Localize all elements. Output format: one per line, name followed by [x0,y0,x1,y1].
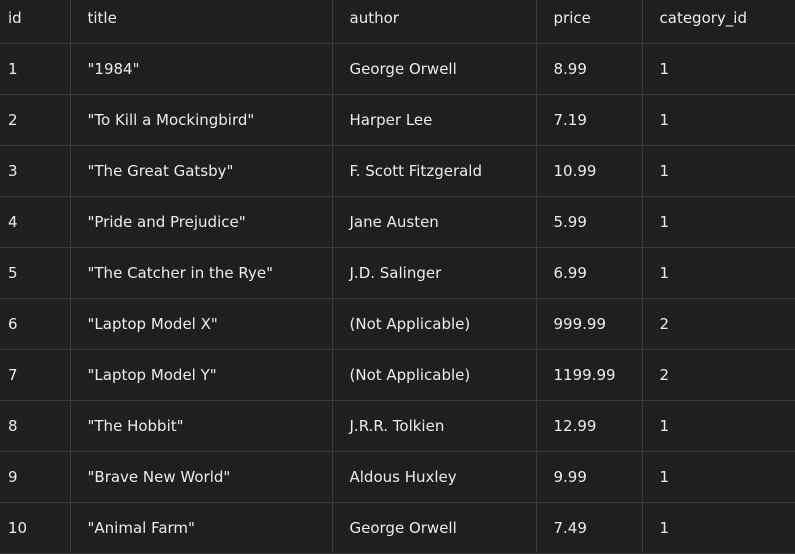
results-table: id title author price category_id 1 "198… [0,0,795,554]
cell-title[interactable]: "The Hobbit" [70,400,333,452]
cell-category-id[interactable]: 1 [642,451,795,503]
cell-category-id[interactable]: 2 [642,298,795,350]
cell-category-id[interactable]: 1 [642,43,795,95]
cell-id[interactable]: 6 [0,298,71,350]
table-row[interactable]: 6 "Laptop Model X" (Not Applicable) 999.… [0,298,795,350]
cell-author[interactable]: George Orwell [332,43,537,95]
cell-category-id[interactable]: 1 [642,400,795,452]
cell-price[interactable]: 6.99 [536,247,643,299]
cell-author[interactable]: George Orwell [332,502,537,554]
table-row[interactable]: 3 "The Great Gatsby" F. Scott Fitzgerald… [0,145,795,197]
cell-title[interactable]: "Pride and Prejudice" [70,196,333,248]
cell-category-id[interactable]: 2 [642,349,795,401]
table-row[interactable]: 10 "Animal Farm" George Orwell 7.49 1 [0,502,795,554]
cell-title[interactable]: "The Catcher in the Rye" [70,247,333,299]
cell-id[interactable]: 4 [0,196,71,248]
cell-author[interactable]: F. Scott Fitzgerald [332,145,537,197]
table-row[interactable]: 1 "1984" George Orwell 8.99 1 [0,43,795,95]
cell-category-id[interactable]: 1 [642,94,795,146]
column-header-category-id[interactable]: category_id [642,0,795,44]
cell-price[interactable]: 8.99 [536,43,643,95]
cell-id[interactable]: 3 [0,145,71,197]
cell-price[interactable]: 10.99 [536,145,643,197]
cell-category-id[interactable]: 1 [642,502,795,554]
table-header: id title author price category_id [0,0,795,44]
cell-price[interactable]: 12.99 [536,400,643,452]
cell-title[interactable]: "Laptop Model X" [70,298,333,350]
table-row[interactable]: 9 "Brave New World" Aldous Huxley 9.99 1 [0,451,795,503]
table-row[interactable]: 5 "The Catcher in the Rye" J.D. Salinger… [0,247,795,299]
cell-category-id[interactable]: 1 [642,145,795,197]
cell-category-id[interactable]: 1 [642,247,795,299]
cell-title[interactable]: "Laptop Model Y" [70,349,333,401]
cell-price[interactable]: 999.99 [536,298,643,350]
table-body: 1 "1984" George Orwell 8.99 1 2 "To Kill… [0,43,795,554]
cell-title[interactable]: "Brave New World" [70,451,333,503]
table-row[interactable]: 8 "The Hobbit" J.R.R. Tolkien 12.99 1 [0,400,795,452]
cell-author[interactable]: J.R.R. Tolkien [332,400,537,452]
table-row[interactable]: 7 "Laptop Model Y" (Not Applicable) 1199… [0,349,795,401]
cell-id[interactable]: 8 [0,400,71,452]
cell-price[interactable]: 7.19 [536,94,643,146]
cell-id[interactable]: 1 [0,43,71,95]
cell-price[interactable]: 1199.99 [536,349,643,401]
cell-id[interactable]: 5 [0,247,71,299]
cell-id[interactable]: 7 [0,349,71,401]
cell-title[interactable]: "The Great Gatsby" [70,145,333,197]
cell-author[interactable]: Harper Lee [332,94,537,146]
cell-author[interactable]: (Not Applicable) [332,349,537,401]
cell-author[interactable]: (Not Applicable) [332,298,537,350]
table-row[interactable]: 2 "To Kill a Mockingbird" Harper Lee 7.1… [0,94,795,146]
cell-price[interactable]: 7.49 [536,502,643,554]
column-header-price[interactable]: price [536,0,643,44]
cell-author[interactable]: Aldous Huxley [332,451,537,503]
cell-title[interactable]: "Animal Farm" [70,502,333,554]
column-header-title[interactable]: title [70,0,333,44]
cell-price[interactable]: 5.99 [536,196,643,248]
cell-id[interactable]: 10 [0,502,71,554]
cell-category-id[interactable]: 1 [642,196,795,248]
cell-title[interactable]: "1984" [70,43,333,95]
cell-id[interactable]: 2 [0,94,71,146]
cell-price[interactable]: 9.99 [536,451,643,503]
cell-author[interactable]: J.D. Salinger [332,247,537,299]
table-row[interactable]: 4 "Pride and Prejudice" Jane Austen 5.99… [0,196,795,248]
cell-author[interactable]: Jane Austen [332,196,537,248]
cell-id[interactable]: 9 [0,451,71,503]
header-row: id title author price category_id [0,0,795,44]
cell-title[interactable]: "To Kill a Mockingbird" [70,94,333,146]
column-header-author[interactable]: author [332,0,537,44]
column-header-id[interactable]: id [0,0,71,44]
